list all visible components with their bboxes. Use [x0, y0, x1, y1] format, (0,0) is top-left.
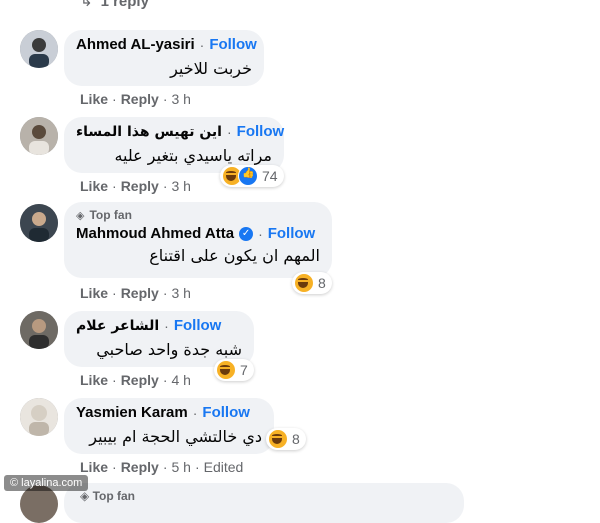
watermark: © layalina.com [4, 475, 89, 491]
comment-text: شبه جدة واحد صاحبي [96, 340, 242, 359]
reply-arrow-icon: ↳ [80, 0, 93, 10]
comment-text: مراته ياسيدي بتغير عليه [114, 146, 272, 165]
reply-button[interactable]: Reply [121, 285, 159, 301]
timestamp[interactable]: 5 h [171, 459, 190, 475]
comment-text: دي خالتشي الحجة ام بيبير [89, 427, 262, 446]
reaction-count: 7 [240, 362, 248, 378]
comment-bubble: Ahmed AL-yasiri · Follow خربت للاخير [64, 30, 264, 86]
separator-dot: · [258, 225, 263, 242]
timestamp[interactable]: 3 h [171, 285, 190, 301]
diamond-icon: ◈ [76, 209, 85, 222]
separator-dot: · [226, 123, 232, 140]
reply-button[interactable]: Reply [121, 372, 159, 388]
reaction-count: 74 [262, 168, 278, 184]
like-button[interactable]: Like [80, 178, 108, 194]
avatar[interactable] [20, 398, 58, 436]
timestamp[interactable]: 3 h [171, 91, 190, 107]
like-button[interactable]: Like [80, 91, 108, 107]
avatar[interactable] [20, 117, 58, 155]
reaction-count: 8 [318, 275, 326, 291]
follow-button[interactable]: Follow [202, 404, 250, 421]
follow-button[interactable]: Follow [209, 36, 257, 53]
comment-actions: Like · Reply · 5 h · Edited [80, 459, 244, 475]
comment-actions: Like · Reply · 3 h [80, 91, 191, 107]
comment-text: المهم ان يكون على اقتناع [149, 246, 320, 265]
timestamp[interactable]: 4 h [171, 372, 190, 388]
commenter-name[interactable]: الشاعر علام [76, 318, 159, 334]
avatar[interactable] [20, 311, 58, 349]
follow-button[interactable]: Follow [268, 225, 316, 242]
verified-badge-icon: ✓ [239, 226, 254, 241]
comment-actions: Like · Reply · 4 h [80, 372, 191, 388]
comment-text: خربت للاخير [170, 59, 252, 78]
comment-actions: Like · Reply · 3 h [80, 178, 191, 194]
top-fan-badge: ◈ Top fan [80, 489, 135, 503]
haha-icon [294, 273, 314, 293]
separator-dot: · [199, 36, 205, 53]
timestamp[interactable]: 3 h [171, 178, 190, 194]
avatar[interactable] [20, 204, 58, 242]
comment-bubble: Yasmien Karam · Follow دي خالتشي الحجة ا… [64, 398, 274, 454]
like-button[interactable]: Like [80, 285, 108, 301]
reaction-summary[interactable]: 7 [214, 359, 254, 381]
commenter-name[interactable]: Mahmoud Ahmed Atta [76, 225, 234, 242]
follow-button[interactable]: Follow [237, 123, 285, 140]
reply-button[interactable]: Reply [121, 91, 159, 107]
like-icon [238, 166, 258, 186]
haha-icon [216, 360, 236, 380]
reply-button[interactable]: Reply [121, 178, 159, 194]
reaction-count: 8 [292, 431, 300, 447]
commenter-name[interactable]: اين تهيس هذا المساء [76, 124, 222, 140]
comment-bubble: ◈ Top fan Mahmoud Ahmed Atta ✓ · Follow … [64, 202, 332, 278]
reaction-summary[interactable]: 8 [292, 272, 332, 294]
commenter-name[interactable]: Yasmien Karam [76, 404, 188, 421]
top-fan-label: Top fan [89, 208, 132, 222]
reaction-summary[interactable]: 74 [220, 165, 284, 187]
separator-dot: · [192, 404, 198, 421]
follow-button[interactable]: Follow [174, 317, 222, 334]
like-button[interactable]: Like [80, 459, 108, 475]
edited-label[interactable]: Edited [204, 459, 244, 475]
view-replies-link[interactable]: ↳ 1 reply [80, 0, 149, 10]
top-fan-label: Top fan [92, 489, 135, 503]
top-fan-badge: ◈ Top fan [76, 208, 320, 222]
reaction-summary[interactable]: 8 [266, 428, 306, 450]
reply-button[interactable]: Reply [121, 459, 159, 475]
haha-icon [268, 429, 288, 449]
view-replies-label: 1 reply [100, 0, 149, 10]
avatar[interactable] [20, 30, 58, 68]
commenter-name[interactable]: Ahmed AL-yasiri [76, 36, 195, 53]
separator-dot: · [164, 317, 169, 334]
comment-actions: Like · Reply · 3 h [80, 285, 191, 301]
like-button[interactable]: Like [80, 372, 108, 388]
